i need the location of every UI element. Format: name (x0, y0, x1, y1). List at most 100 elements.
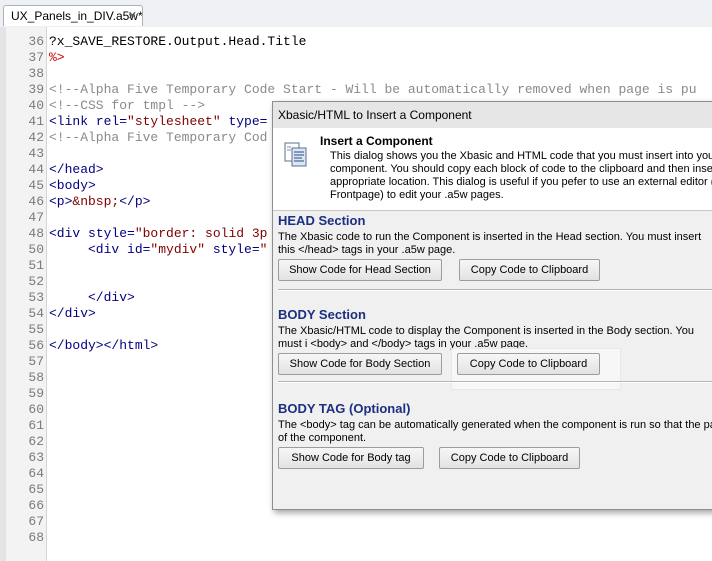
line-number: 43 (28, 146, 44, 161)
code-token: </head> (49, 162, 104, 177)
body-tag-section-description: The <body> tag can be automatically gene… (278, 419, 712, 444)
line-number: 58 (28, 370, 44, 385)
line-number: 56 (28, 338, 44, 353)
copy-body-code-button[interactable]: Copy Code to Clipboard (457, 353, 600, 375)
line-content: </div> (49, 306, 96, 322)
line-content: <body> (49, 178, 96, 194)
line-number: 51 (28, 258, 44, 273)
line-content: <!--CSS for tmpl --> (49, 98, 205, 114)
code-token: &nbsp; (72, 194, 120, 209)
line-content: </head> (49, 162, 104, 178)
line-content: <!--Alpha Five Temporary Cod (49, 130, 267, 146)
code-token: " (259, 242, 268, 257)
tab-modified-marker: * (137, 9, 143, 23)
line-number: 46 (28, 194, 44, 209)
code-document-icon (284, 142, 307, 167)
line-number: 50 (28, 242, 44, 257)
line-number: 36 (28, 34, 44, 49)
head-section-title: HEAD Section (278, 213, 366, 228)
body-tag-section-title: BODY TAG (Optional) (278, 401, 411, 416)
line-number: 62 (28, 434, 44, 449)
line-number: 47 (28, 210, 44, 225)
line-number: 39 (28, 82, 44, 97)
line-number: 40 (28, 98, 44, 113)
dialog-header-description: This dialog shows you the Xbasic and HTM… (330, 150, 712, 201)
dialog-header-title: Insert a Component (320, 134, 433, 148)
line-content: <link rel="stylesheet" type= (49, 114, 267, 130)
show-body-tag-code-button[interactable]: Show Code for Body tag (278, 447, 424, 469)
code-token: style= (88, 226, 135, 241)
line-number: 52 (28, 274, 44, 289)
head-section-description: The Xbasic code to run the Component is … (278, 231, 702, 256)
close-icon[interactable]: ✕ (128, 6, 137, 26)
line-number: 44 (28, 162, 44, 177)
code-token: <!--CSS for tmpl --> (49, 98, 206, 113)
line-number: 66 (28, 498, 44, 513)
line-content: <!--Alpha Five Temporary Code Start - Wi… (49, 82, 697, 98)
code-token: <!--Alpha Five Temporary Cod (49, 130, 268, 145)
code-token: </div> (49, 306, 96, 321)
code-line[interactable]: 39 <!--Alpha Five Temporary Code Start - … (0, 82, 712, 98)
section-divider (278, 381, 712, 383)
line-number: 60 (28, 402, 44, 417)
line-content: <div style="border: solid 3p (49, 226, 267, 242)
code-line[interactable]: 67 (0, 514, 712, 530)
code-token: </p> (119, 194, 151, 209)
code-token: <p> (49, 194, 73, 209)
code-line[interactable]: 68 (0, 530, 712, 546)
code-token: ?x_SAVE_RESTORE.Output.Head.Title (49, 34, 307, 49)
code-token: %> (49, 50, 65, 65)
line-number: 68 (28, 530, 44, 545)
line-content: %> (49, 50, 65, 66)
line-content: </body></html> (49, 338, 158, 354)
code-line[interactable]: 38 (0, 66, 712, 82)
line-number: 67 (28, 514, 44, 529)
code-token: </body></html> (49, 338, 159, 353)
code-token: <div (49, 242, 128, 257)
dialog-title: Xbasic/HTML to Insert a Component (273, 102, 712, 129)
code-token: rel= (95, 114, 128, 129)
code-token: </div> (49, 290, 135, 305)
code-token: type= (220, 114, 268, 129)
line-number: 57 (28, 354, 44, 369)
body-section-title: BODY Section (278, 307, 366, 322)
tab-ux-panels[interactable]: UX_Panels_in_DIV.a5w* ✕ (3, 5, 143, 26)
code-token: style= (205, 242, 260, 257)
line-content: <p>&nbsp;</p> (49, 194, 150, 210)
show-body-code-button[interactable]: Show Code for Body Section (278, 353, 442, 375)
insert-component-dialog: Xbasic/HTML to Insert a Component Insert… (272, 101, 712, 510)
line-number: 59 (28, 386, 44, 401)
line-number: 54 (28, 306, 44, 321)
tab-label: UX_Panels_in_DIV.a5w (11, 9, 138, 23)
line-number: 65 (28, 482, 44, 497)
code-token: id= (127, 242, 151, 257)
code-line[interactable]: 36 ?x_SAVE_RESTORE.Output.Head.Title (0, 34, 712, 50)
line-content: <div id="mydiv" style=" (49, 242, 267, 258)
copy-head-code-button[interactable]: Copy Code to Clipboard (459, 259, 600, 281)
code-line[interactable]: 37 %> (0, 50, 712, 66)
show-head-code-button[interactable]: Show Code for Head Section (278, 259, 442, 281)
code-token: <div (49, 226, 89, 241)
line-number: 55 (28, 322, 44, 337)
line-number: 64 (28, 466, 44, 481)
dialog-header-panel: Insert a Component This dialog shows you… (273, 128, 712, 211)
code-token: "mydiv" (150, 242, 206, 257)
section-divider (278, 289, 712, 291)
code-token: <!--Alpha Five Temporary Code Start - Wi… (49, 82, 697, 97)
code-token: <body> (49, 178, 96, 193)
line-content: </div> (49, 290, 135, 306)
line-number: 37 (28, 50, 44, 65)
code-token: "border: solid 3p (134, 226, 268, 241)
code-token: <link (49, 114, 96, 129)
line-number: 48 (28, 226, 44, 241)
line-number: 61 (28, 418, 44, 433)
line-number: 45 (28, 178, 44, 193)
line-number: 63 (28, 450, 44, 465)
copy-body-tag-code-button[interactable]: Copy Code to Clipboard (439, 447, 580, 469)
line-number: 42 (28, 130, 44, 145)
line-number: 41 (28, 114, 44, 129)
tab-strip: UX_Panels_in_DIV.a5w* ✕ (0, 0, 712, 28)
line-content: ?x_SAVE_RESTORE.Output.Head.Title (49, 34, 306, 50)
code-token: "stylesheet" (127, 114, 221, 129)
line-number: 53 (28, 290, 44, 305)
